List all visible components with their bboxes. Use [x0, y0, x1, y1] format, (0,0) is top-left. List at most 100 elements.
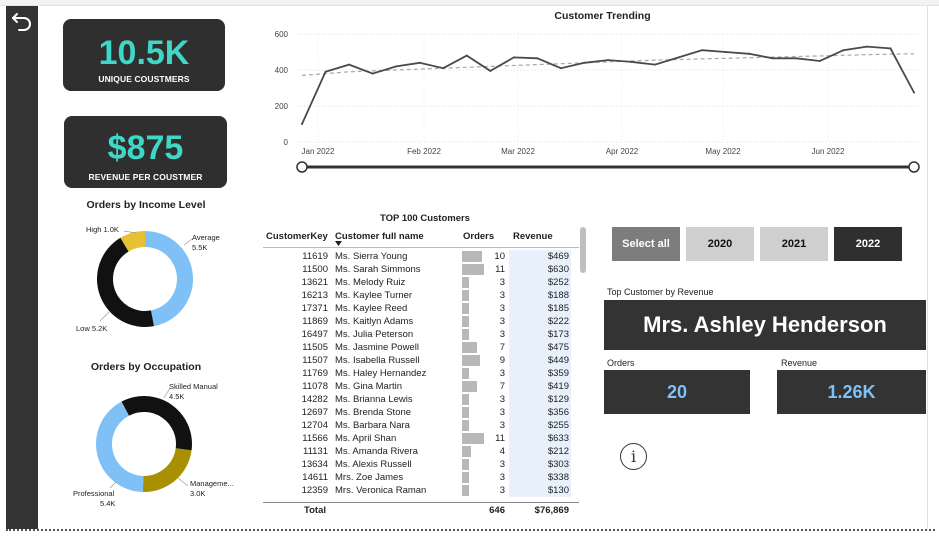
header-customer-name[interactable]: Customer full name	[335, 231, 424, 242]
orders-cell: 7	[499, 342, 505, 353]
occupation-slice-skilled-manual[interactable]	[121, 396, 192, 451]
bottom-divider	[6, 529, 935, 531]
data-point	[371, 72, 374, 75]
revenue-per-customer-card: $875 REVENUE PER COUSTMER	[64, 116, 227, 188]
occupation-slice-professional[interactable]	[95, 401, 144, 492]
orders-cell: 3	[499, 290, 505, 301]
range-handle-end[interactable]	[908, 161, 920, 173]
income-slice-average[interactable]	[145, 231, 193, 327]
customer-name-cell: Ms. Brenda Stone	[335, 407, 412, 418]
table-row[interactable]: 11505 Ms. Jasmine Powell 7 $475	[263, 341, 579, 354]
customer-name-cell: Ms. Kaitlyn Adams	[335, 316, 414, 327]
orders-card: 20	[604, 370, 750, 414]
table-scrollbar[interactable]	[580, 227, 586, 273]
revenue-cell: $252	[547, 277, 569, 288]
slicer-2021[interactable]: 2021	[760, 227, 828, 261]
table-row[interactable]: 16497 Ms. Julia Peterson 3 $173	[263, 328, 579, 341]
table-row[interactable]: 16213 Ms. Kaylee Turner 3 $188	[263, 289, 579, 302]
leader-line	[183, 238, 193, 246]
orders-bar	[462, 355, 481, 366]
data-point	[818, 60, 821, 62]
customer-key-cell: 13621	[301, 277, 328, 288]
table-row[interactable]: 13621 Ms. Melody Ruiz 3 $252	[263, 276, 579, 289]
customer-key-cell: 11507	[302, 355, 328, 366]
top-customer-card: Mrs. Ashley Henderson	[604, 300, 926, 350]
slicer-select-all-label: Select all	[622, 238, 670, 250]
y-tick-label: 200	[275, 102, 289, 111]
orders-cell: 3	[499, 368, 505, 379]
orders-bar	[462, 394, 470, 405]
table-row[interactable]: 11507 Ms. Isabella Russell 9 $449	[263, 354, 579, 367]
range-handle-start[interactable]	[296, 161, 308, 173]
x-tick-label: Apr 2022	[606, 147, 639, 156]
customer-name-cell: Ms. Barbara Nara	[335, 420, 410, 431]
data-point	[865, 45, 868, 48]
occupation-label-management-value: 3.0K	[190, 489, 206, 498]
orders-bar	[462, 433, 484, 444]
revenue-card: 1.26K	[777, 370, 926, 414]
revenue-per-customer-value: $875	[107, 129, 184, 167]
slicer-2020[interactable]: 2020	[686, 227, 754, 261]
data-point	[512, 56, 515, 59]
slicer-2020-label: 2020	[707, 238, 733, 250]
orders-bar	[462, 329, 470, 340]
customer-name-cell: Ms. Haley Hernandez	[335, 368, 427, 379]
table-row[interactable]: 12697 Ms. Brenda Stone 3 $356	[263, 406, 579, 419]
table-row[interactable]: 11769 Ms. Haley Hernandez 3 $359	[263, 367, 579, 380]
data-point	[465, 54, 468, 57]
table-row[interactable]: 11078 Ms. Gina Martin 7 $419	[263, 380, 579, 393]
revenue-cell: $630	[547, 264, 569, 275]
top-customers-table: CustomerKey Customer full name Orders Re…	[263, 226, 579, 516]
table-row[interactable]: 14611 Mrs. Zoe James 3 $338	[263, 471, 579, 484]
orders-cell: 3	[499, 316, 505, 327]
data-point	[654, 63, 657, 66]
header-customer-key[interactable]: CustomerKey	[266, 231, 328, 242]
leader-line	[99, 310, 111, 322]
table-row[interactable]: 11869 Ms. Kaitlyn Adams 3 $222	[263, 315, 579, 328]
slicer-2022[interactable]: 2022	[834, 227, 902, 261]
income-label-high: High 1.0K	[86, 225, 119, 234]
customer-count-series	[301, 45, 915, 125]
revenue-cell: $359	[547, 368, 569, 379]
occupation-label-professional-value: 5.4K	[100, 499, 116, 508]
table-row[interactable]: 11500 Ms. Sarah Simmons 11 $630	[263, 263, 579, 276]
sort-down-icon[interactable]	[335, 241, 342, 246]
customer-name-cell: Ms. April Shan	[335, 433, 397, 444]
occupation-slice-manageme-[interactable]	[142, 448, 192, 492]
leader-line	[177, 477, 189, 487]
customer-name-cell: Ms. Amanda Rivera	[335, 446, 418, 457]
table-row[interactable]: 12704 Ms. Barbara Nara 3 $255	[263, 419, 579, 432]
slicer-select-all[interactable]: Select all	[612, 227, 680, 261]
customer-name-cell: Ms. Kaylee Reed	[335, 303, 408, 314]
data-point	[607, 59, 609, 62]
header-orders[interactable]: Orders	[463, 231, 494, 242]
table-row[interactable]: 11619 Ms. Sierra Young 10 $469	[263, 250, 579, 263]
trend-line-chart[interactable]: 600 400 200 0 Jan 2022 Feb 2022 Mar 2022 Apr 20…	[268, 24, 928, 184]
orders-cell: 11	[495, 433, 505, 444]
total-revenue: $76,869	[534, 505, 569, 516]
info-icon[interactable]: i	[620, 443, 647, 470]
report-page: 10.5K UNIQUE COUSTMERS $875 REVENUE PER …	[0, 0, 939, 546]
table-row[interactable]: 17371 Ms. Kaylee Reed 3 $185	[263, 302, 579, 315]
data-point	[795, 57, 798, 60]
revenue-cell: $419	[547, 381, 569, 392]
orders-cell: 3	[499, 329, 505, 340]
table-title: TOP 100 Customers	[380, 213, 470, 224]
customer-key-cell: 14282	[301, 394, 328, 405]
orders-bar	[462, 316, 470, 327]
table-row[interactable]: 14282 Ms. Brianna Lewis 3 $129	[263, 393, 579, 406]
table-row[interactable]: 11566 Ms. April Shan 11 $633	[263, 432, 579, 445]
income-slice-low[interactable]	[97, 237, 154, 327]
customer-name-cell: Ms. Gina Martin	[335, 381, 403, 392]
table-row[interactable]: 12359 Mrs. Veronica Raman 3 $130	[263, 484, 579, 497]
table-row[interactable]: 13634 Ms. Alexis Russell 3 $303	[263, 458, 579, 471]
table-row[interactable]: 11131 Ms. Amanda Rivera 4 $212	[263, 445, 579, 458]
orders-bar	[462, 277, 470, 288]
orders-cell: 7	[499, 381, 505, 392]
y-tick-label: 0	[284, 138, 289, 147]
back-button[interactable]	[9, 8, 35, 34]
orders-bar	[462, 290, 470, 301]
header-revenue[interactable]: Revenue	[513, 231, 553, 242]
revenue-cell: $338	[547, 472, 569, 483]
data-point	[442, 67, 445, 70]
